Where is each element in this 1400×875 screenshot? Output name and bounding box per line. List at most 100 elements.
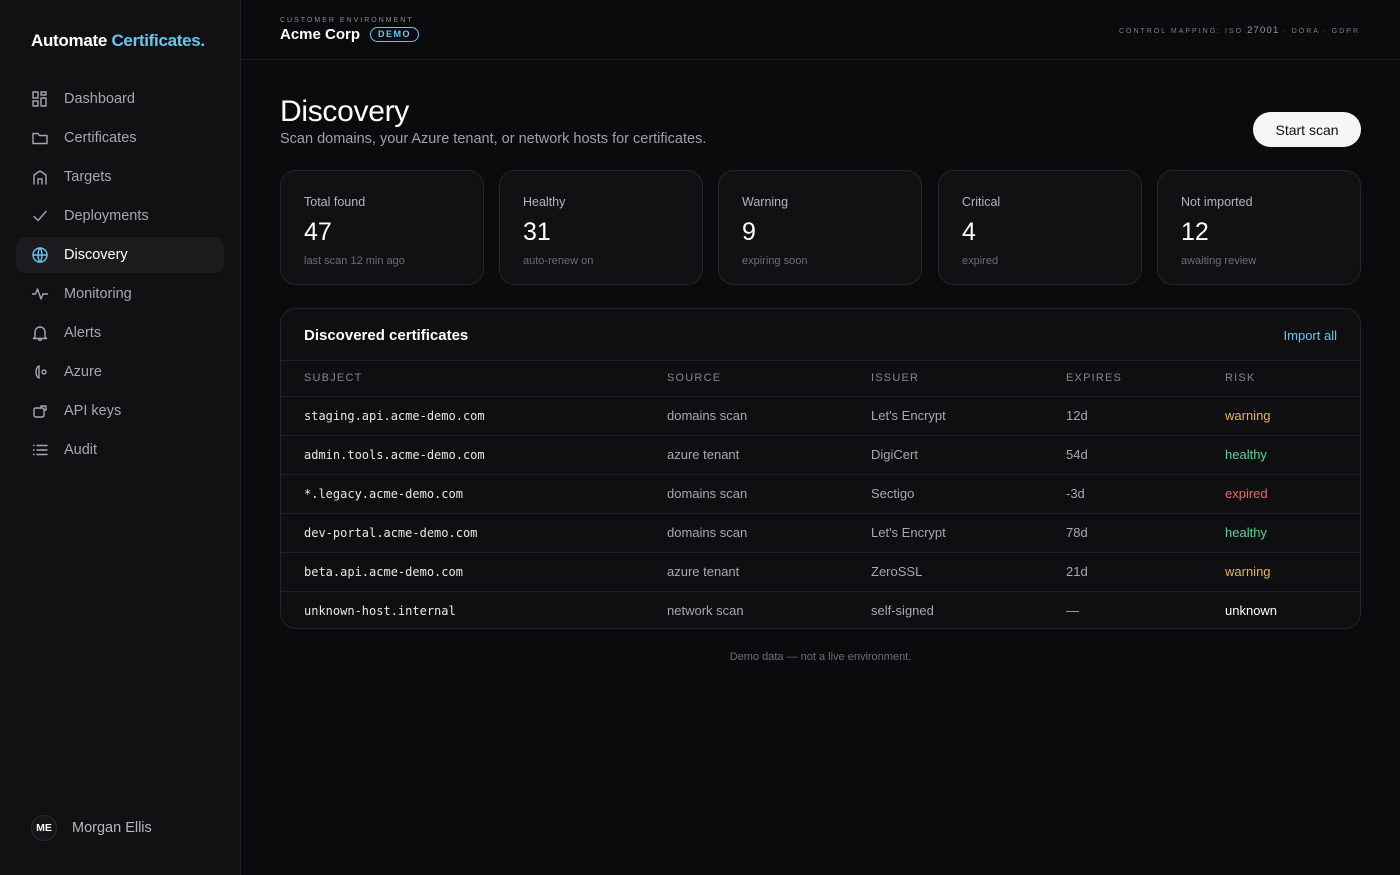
cell-source: network scan <box>667 603 744 619</box>
globe-icon <box>31 246 49 264</box>
cell-issuer: Let's Encrypt <box>871 513 1066 553</box>
sidebar-item-label: Deployments <box>64 208 149 224</box>
grid-icon <box>31 90 49 108</box>
discovered-certificates-panel: Discovered certificates Import all Subje… <box>280 308 1361 629</box>
sidebar-item-api-keys[interactable]: API keys <box>16 393 224 429</box>
cell-risk: warning <box>1225 396 1360 436</box>
page-title: Discovery <box>280 95 409 128</box>
stat-label: Healthy <box>523 195 566 209</box>
sidebar-item-certificates[interactable]: Certificates <box>16 120 224 156</box>
cell-expires: — <box>1066 603 1079 619</box>
cell-subject: beta.api.acme-demo.com <box>281 552 667 592</box>
cell-risk: healthy <box>1225 513 1360 553</box>
demo-data-note: Demo data — not a live environment. <box>729 651 912 663</box>
sidebar-item-label: Targets <box>64 169 112 185</box>
stat-value: 47 <box>304 218 332 246</box>
env-selector[interactable]: Acme Corp DEMO <box>280 26 420 43</box>
brand-logo[interactable]: Automate Certificates. <box>31 31 205 51</box>
cell-expires: 12d <box>1066 396 1225 436</box>
cell-subject: admin.tools.acme-demo.com <box>281 435 667 475</box>
stat-card-total: Total found 47 last scan 12 min ago <box>280 170 484 285</box>
cell-issuer: DigiCert <box>871 435 1066 475</box>
env-name: Acme Corp <box>280 26 361 43</box>
cell-risk: healthy <box>1225 435 1360 475</box>
stat-hint: expired <box>962 255 999 267</box>
sidebar-item-dashboard[interactable]: Dashboard <box>16 81 224 117</box>
avatar: ME <box>31 815 57 841</box>
sidebar: Automate Certificates. Dashboard Certifi… <box>0 0 241 875</box>
user-name: Morgan Ellis <box>72 820 152 836</box>
cell-source: domains scan <box>667 474 871 514</box>
sidebar-item-label: Monitoring <box>64 286 132 302</box>
cell-subject: *.legacy.acme-demo.com <box>281 474 667 514</box>
stat-value: 31 <box>523 218 551 246</box>
sidebar-item-deployments[interactable]: Deployments <box>16 198 224 234</box>
cell-expires: -3d <box>1066 474 1225 514</box>
brand-accent: Certificates. <box>111 31 205 50</box>
cell-issuer: Sectigo <box>871 474 1066 514</box>
key-icon <box>31 402 49 420</box>
import-all-link[interactable]: Import all <box>1284 328 1337 343</box>
sidebar-item-azure[interactable]: Azure <box>16 354 224 390</box>
stat-label: Total found <box>304 195 366 209</box>
cell-subject: unknown-host.internal <box>304 603 456 618</box>
cell-risk: unknown <box>1225 603 1278 619</box>
cell-source: azure tenant <box>667 435 871 475</box>
table-row[interactable]: *.legacy.acme-demo.com domains scan Sect… <box>281 474 1360 514</box>
panel-header: Discovered certificates Import all <box>281 309 1360 361</box>
cell-issuer: Let's Encrypt <box>871 396 1066 436</box>
control-mapping-iso: 27001 <box>1247 25 1280 36</box>
table-row[interactable]: unknown-host.internal network scan self-… <box>281 591 1360 628</box>
stat-card-not-imported: Not imported 12 awaiting review <box>1157 170 1361 285</box>
sidebar-item-audit[interactable]: Audit <box>16 432 224 468</box>
cell-source: domains scan <box>667 513 871 553</box>
start-scan-button[interactable]: Start scan <box>1253 112 1361 147</box>
cell-source: azure tenant <box>667 552 871 592</box>
azure-icon <box>31 363 49 381</box>
cell-expires: 54d <box>1066 435 1225 475</box>
sidebar-item-label: Dashboard <box>64 91 135 107</box>
certificates-table: Subject Source Issuer Expires Risk stagi… <box>281 361 1360 628</box>
table-row[interactable]: dev-portal.acme-demo.com domains scan Le… <box>281 513 1360 553</box>
table-row[interactable]: staging.api.acme-demo.com domains scan L… <box>281 396 1360 436</box>
topbar: Customer environment Acme Corp DEMO Cont… <box>241 0 1400 60</box>
stat-label: Not imported <box>1181 195 1253 209</box>
column-header-source: Source <box>667 361 871 397</box>
sidebar-item-targets[interactable]: Targets <box>16 159 224 195</box>
folder-icon <box>31 129 49 147</box>
stat-hint: expiring soon <box>742 255 808 267</box>
stat-card-warning: Warning 9 expiring soon <box>718 170 922 285</box>
stat-value: 12 <box>1181 218 1209 246</box>
stat-hint: awaiting review <box>1181 255 1257 267</box>
user-profile[interactable]: ME Morgan Ellis <box>31 815 152 841</box>
sidebar-item-monitoring[interactable]: Monitoring <box>16 276 224 312</box>
cell-risk: warning <box>1225 552 1360 592</box>
control-mapping: Control mapping: ISO 27001 · DORA · GDPR <box>1119 25 1360 36</box>
column-header-expires: Expires <box>1066 361 1225 397</box>
sidebar-item-discovery[interactable]: Discovery <box>16 237 224 273</box>
cell-expires: 21d <box>1066 552 1225 592</box>
sidebar-item-alerts[interactable]: Alerts <box>16 315 224 351</box>
stat-hint: last scan 12 min ago <box>304 255 405 267</box>
stat-label: Warning <box>742 195 789 209</box>
control-mapping-prefix: Control mapping: ISO <box>1118 28 1244 35</box>
stat-value: 9 <box>742 218 756 246</box>
bell-icon <box>31 324 49 342</box>
sidebar-item-label: API keys <box>64 403 122 419</box>
cell-issuer: ZeroSSL <box>871 552 1066 592</box>
page-subtitle: Scan domains, your Azure tenant, or netw… <box>280 131 707 147</box>
env-label: Customer environment <box>280 17 414 24</box>
sidebar-item-label: Certificates <box>64 130 137 146</box>
stat-value: 4 <box>962 218 976 246</box>
check-icon <box>31 207 49 225</box>
cell-subject: staging.api.acme-demo.com <box>281 396 667 436</box>
sidebar-item-label: Azure <box>64 364 102 380</box>
list-icon <box>31 441 49 459</box>
table-row[interactable]: admin.tools.acme-demo.com azure tenant D… <box>281 435 1360 475</box>
sidebar-item-label: Discovery <box>64 247 128 263</box>
brand-name: Automate <box>31 31 107 50</box>
table-row[interactable]: beta.api.acme-demo.com azure tenant Zero… <box>281 552 1360 592</box>
column-header-risk: Risk <box>1225 361 1360 397</box>
cell-risk: expired <box>1225 474 1360 514</box>
stat-label: Critical <box>962 195 1001 209</box>
